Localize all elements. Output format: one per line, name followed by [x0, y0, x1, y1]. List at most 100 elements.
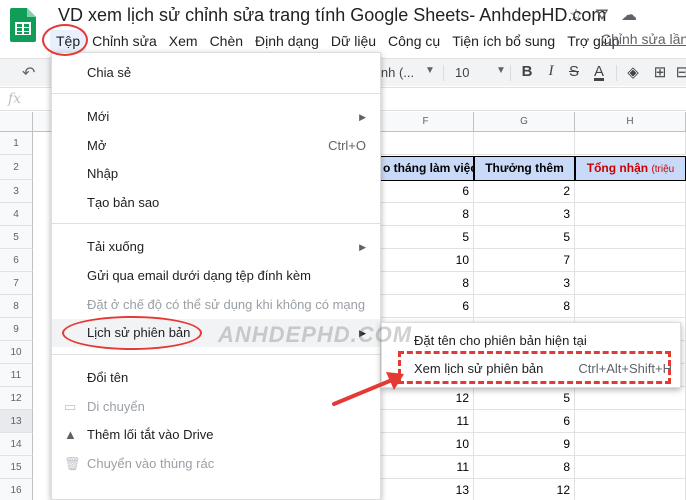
- cell-total[interactable]: [575, 479, 686, 500]
- italic-icon[interactable]: I: [542, 63, 560, 80]
- menu-insert[interactable]: Chèn: [204, 30, 249, 52]
- cell-bonus[interactable]: 7: [474, 249, 575, 272]
- menu-item-label: Đổi tên: [87, 370, 129, 385]
- cell-bonus[interactable]: 5: [474, 387, 575, 410]
- folder-move-icon: ▭: [64, 399, 77, 414]
- column-header-g[interactable]: G: [474, 112, 575, 132]
- cell-total[interactable]: [575, 272, 686, 295]
- row-header[interactable]: 2: [0, 155, 33, 180]
- menu-item-download[interactable]: Tải xuống ▶: [52, 233, 380, 261]
- menu-data[interactable]: Dữ liệu: [325, 30, 382, 52]
- bold-icon[interactable]: B: [518, 63, 536, 80]
- cell-total[interactable]: [575, 295, 686, 318]
- cell-months[interactable]: 5: [378, 226, 474, 249]
- row-header[interactable]: 8: [0, 295, 33, 318]
- chevron-down-icon[interactable]: ▼: [496, 65, 506, 76]
- fill-color-icon[interactable]: ◈: [624, 63, 642, 81]
- cell-months[interactable]: 11: [378, 410, 474, 433]
- row-header[interactable]: 10: [0, 341, 33, 364]
- column-header-f[interactable]: F: [378, 112, 474, 132]
- cell-months[interactable]: 11: [378, 456, 474, 479]
- select-all-corner[interactable]: [0, 112, 33, 132]
- cell-bonus[interactable]: 6: [474, 410, 575, 433]
- move-to-folder-icon[interactable]: ⛛: [592, 6, 612, 26]
- cell-total[interactable]: [575, 180, 686, 203]
- menu-item-open[interactable]: Mở Ctrl+O: [52, 132, 380, 160]
- cell-bonus[interactable]: 8: [474, 456, 575, 479]
- cell-bonus[interactable]: 5: [474, 226, 575, 249]
- cell-total[interactable]: [575, 387, 686, 410]
- row-header[interactable]: 7: [0, 272, 33, 295]
- row-header[interactable]: 5: [0, 226, 33, 249]
- cell-bonus[interactable]: 9: [474, 433, 575, 456]
- menu-item-new[interactable]: Mới ▶: [52, 103, 380, 131]
- header-cell-bonus[interactable]: Thưởng thêm: [474, 156, 575, 181]
- row-header[interactable]: 9: [0, 318, 33, 341]
- cell-bonus[interactable]: 8: [474, 295, 575, 318]
- font-size-select[interactable]: 10: [455, 65, 469, 80]
- menu-item-share[interactable]: Chia sẻ: [52, 59, 380, 87]
- menu-item-add-shortcut[interactable]: ▲ Thêm lối tắt vào Drive: [52, 421, 380, 449]
- column-header-h[interactable]: H: [575, 112, 686, 132]
- star-icon[interactable]: ☆: [566, 6, 586, 26]
- undo-icon[interactable]: ↶: [22, 63, 35, 83]
- cell-bonus[interactable]: 3: [474, 203, 575, 226]
- menu-item-trash[interactable]: 🗑 Chuyển vào thùng rác: [52, 450, 380, 478]
- menu-divider: [52, 223, 380, 224]
- menu-view[interactable]: Xem: [163, 30, 204, 52]
- borders-icon[interactable]: ⊞: [651, 63, 669, 81]
- menu-addons[interactable]: Tiện ích bổ sung: [446, 30, 561, 52]
- menu-item-make-copy[interactable]: Tạo bản sao: [52, 189, 380, 217]
- menu-item-offline[interactable]: Đặt ở chế độ có thể sử dụng khi không có…: [52, 291, 380, 319]
- toolbar-divider: [616, 65, 617, 81]
- row-header[interactable]: 4: [0, 203, 33, 226]
- row-header[interactable]: 16: [0, 479, 33, 500]
- cell-bonus[interactable]: 12: [474, 479, 575, 500]
- cell-months[interactable]: 10: [378, 433, 474, 456]
- header-cell-total[interactable]: Tổng nhận (triệu: [575, 156, 686, 181]
- cell-months[interactable]: 8: [378, 272, 474, 295]
- cell-total[interactable]: [575, 410, 686, 433]
- menu-edit[interactable]: Chỉnh sửa: [86, 30, 163, 52]
- font-family-select[interactable]: ịnh (...: [378, 65, 414, 80]
- cell-months[interactable]: 6: [378, 295, 474, 318]
- cell-total[interactable]: [575, 433, 686, 456]
- row-header[interactable]: 15: [0, 456, 33, 479]
- strikethrough-icon[interactable]: S: [565, 63, 583, 80]
- document-title[interactable]: VD xem lịch sử chỉnh sửa trang tính Goog…: [58, 5, 606, 26]
- text-color-icon[interactable]: A: [590, 63, 608, 80]
- cell-total[interactable]: [575, 249, 686, 272]
- row-header[interactable]: 11: [0, 364, 33, 387]
- toolbar-divider: [443, 65, 444, 81]
- grid-cell[interactable]: [378, 132, 474, 155]
- row-header[interactable]: 13: [0, 410, 33, 433]
- row-header[interactable]: 3: [0, 180, 33, 203]
- cell-total[interactable]: [575, 203, 686, 226]
- merge-cells-icon[interactable]: ⊟: [673, 63, 686, 81]
- grid-cell[interactable]: [474, 132, 575, 155]
- cell-total[interactable]: [575, 226, 686, 249]
- row-header[interactable]: 14: [0, 433, 33, 456]
- cloud-status-icon[interactable]: ☁: [619, 6, 639, 26]
- cell-months[interactable]: 6: [378, 180, 474, 203]
- row-header[interactable]: 1: [0, 132, 33, 155]
- chevron-down-icon[interactable]: ▼: [425, 65, 435, 76]
- cell-bonus[interactable]: 3: [474, 272, 575, 295]
- cell-months[interactable]: 13: [378, 479, 474, 500]
- cell-months[interactable]: 8: [378, 203, 474, 226]
- menu-item-email-attachment[interactable]: Gửi qua email dưới dạng tệp đính kèm: [52, 262, 380, 290]
- row-header[interactable]: 6: [0, 249, 33, 272]
- cell-bonus[interactable]: 2: [474, 180, 575, 203]
- row-header[interactable]: 12: [0, 387, 33, 410]
- menu-divider: [52, 93, 380, 94]
- cell-total[interactable]: [575, 456, 686, 479]
- cell-months[interactable]: 10: [378, 249, 474, 272]
- grid-cell[interactable]: [575, 132, 686, 155]
- sheets-logo-icon[interactable]: [10, 8, 36, 42]
- menu-item-import[interactable]: Nhập: [52, 160, 380, 188]
- header-cell-months[interactable]: o tháng làm việc: [378, 156, 474, 181]
- last-edit-link[interactable]: Chỉnh sửa lần: [601, 31, 686, 47]
- menu-item-label: Tải xuống: [87, 239, 145, 254]
- menu-format[interactable]: Định dạng: [249, 30, 325, 52]
- menu-tools[interactable]: Công cụ: [382, 30, 446, 52]
